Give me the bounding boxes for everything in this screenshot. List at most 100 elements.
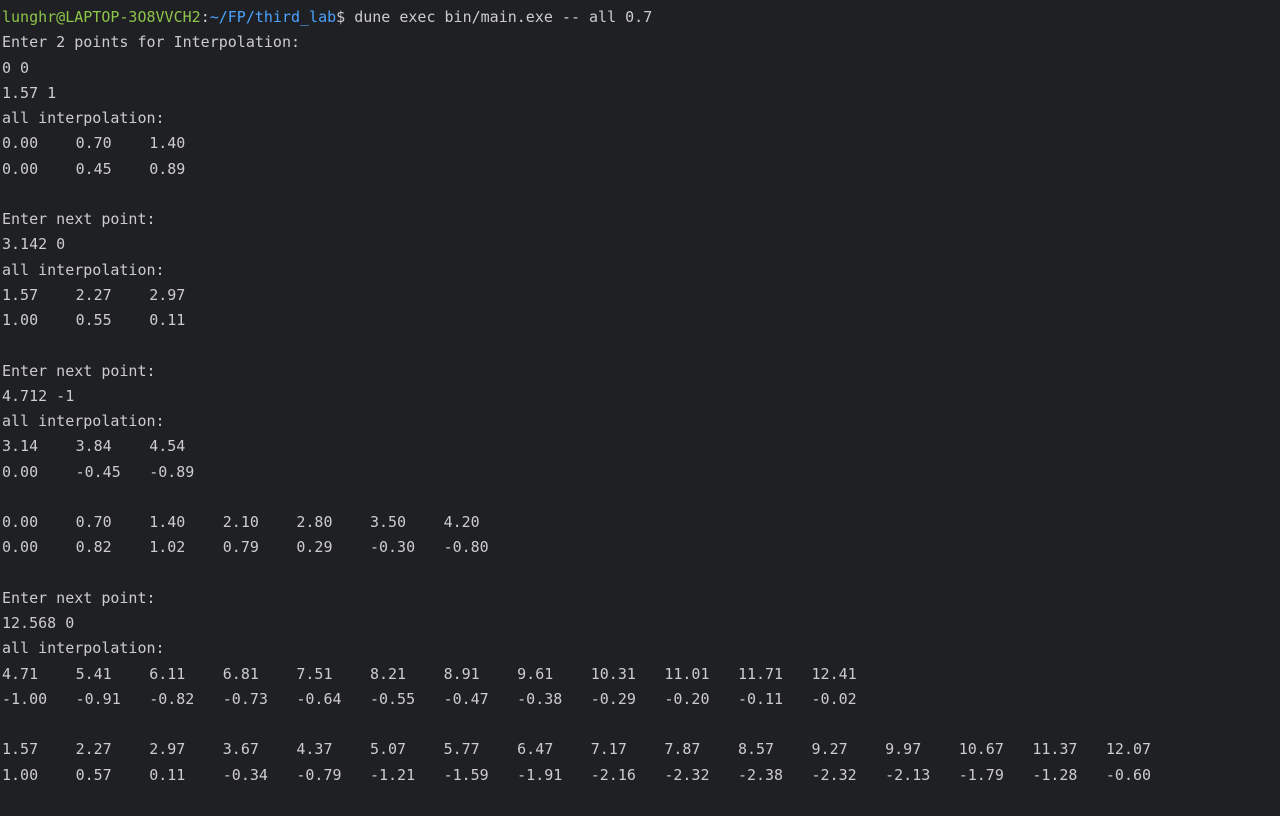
output-line: 0 0 xyxy=(2,56,1280,81)
output-value: -2.13 xyxy=(885,765,931,784)
output-values-row: 0.00 0.82 1.02 0.79 0.29 -0.30 -0.80 xyxy=(2,535,1280,560)
output-values-row: 0.00 0.70 1.40 xyxy=(2,131,1280,156)
output-value: 0.29 xyxy=(296,538,333,557)
prompt-symbol: $ xyxy=(336,8,346,26)
output-value: -0.47 xyxy=(443,689,489,708)
output-text: all interpolation: xyxy=(2,412,165,430)
output-line: Enter next point: xyxy=(2,586,1280,611)
output-text: Enter next point: xyxy=(2,588,156,607)
output-text: 3.142 0 xyxy=(2,235,66,254)
output-value: 3.84 xyxy=(75,437,112,456)
output-value: -0.91 xyxy=(75,689,121,708)
output-text: Enter next point: xyxy=(2,361,156,380)
output-value: 4.54 xyxy=(149,437,186,456)
output-value: 2.97 xyxy=(149,740,186,759)
output-line: all interpolation: xyxy=(2,106,1280,131)
output-value: 12.07 xyxy=(1105,740,1152,759)
output-value: 1.02 xyxy=(149,538,186,557)
output-value: 0.45 xyxy=(75,159,112,178)
output-value: -1.28 xyxy=(1032,765,1078,784)
output-value: 7.87 xyxy=(664,740,701,759)
prompt-line: lunghr@LAPTOP-3O8VVCH2: ~/FP/third_lab $ d… xyxy=(2,5,1280,30)
output-text: Enter 2 points for Interpolation: xyxy=(2,33,301,52)
output-value: -0.02 xyxy=(811,689,857,708)
output-value: 9.97 xyxy=(885,740,922,759)
output-values-row: 1.00 0.55 0.11 xyxy=(2,308,1280,333)
output-line: Enter next point: xyxy=(2,359,1280,384)
output-value: -0.34 xyxy=(222,765,268,784)
output-values-row: 1.00 0.57 0.11 -0.34 -0.79 -1.21 -1.59 -1.91 -2.… xyxy=(2,763,1280,788)
output-value: -0.82 xyxy=(149,689,195,708)
output-value: 8.21 xyxy=(369,664,407,683)
output-line: all interpolation: xyxy=(2,258,1280,283)
output-text: 0 0 xyxy=(2,58,30,77)
output-values-row: 0.00 0.70 1.40 2.10 2.80 3.50 4.20 xyxy=(2,510,1280,535)
output-value: -1.00 xyxy=(2,689,48,708)
output-value: 0.70 xyxy=(75,513,112,531)
output-value: 4.37 xyxy=(296,740,333,759)
output-value: 0.82 xyxy=(75,538,112,557)
output-value: 0.00 xyxy=(2,134,39,153)
output-value: -0.38 xyxy=(517,689,563,708)
output-value: 9.61 xyxy=(517,664,554,683)
output-value: 10.31 xyxy=(590,664,636,683)
prompt-userhost: lunghr@LAPTOP-3O8VVCH2 xyxy=(2,8,201,26)
output-values-row: -1.00 -0.91 -0.82 -0.73 -0.64 -0.55 -0.47 -0.38… xyxy=(2,687,1280,712)
output-value: 1.57 xyxy=(2,740,39,759)
output-value: 2.27 xyxy=(75,740,112,759)
prompt-path: ~/FP/third_lab xyxy=(209,8,337,26)
output-value: -2.32 xyxy=(811,765,857,784)
output-value: 0.57 xyxy=(75,765,112,784)
output-value: -1.59 xyxy=(443,765,489,784)
output-values-row: 0.00 0.45 0.89 xyxy=(2,157,1280,182)
output-value: 4.71 xyxy=(2,664,39,683)
output-line: all interpolation: xyxy=(2,409,1280,434)
output-line: all interpolation: xyxy=(2,636,1280,661)
output-value: -0.60 xyxy=(1105,765,1152,784)
output-value: 6.47 xyxy=(517,740,554,759)
output-value: -0.30 xyxy=(369,538,416,557)
terminal-window[interactable]: lunghr@LAPTOP-3O8VVCH2: ~/FP/third_lab $ d… xyxy=(0,0,1280,816)
output-value: -0.73 xyxy=(222,689,268,708)
output-value: 1.57 xyxy=(2,285,39,304)
output-value: 12.41 xyxy=(811,664,857,683)
output-values-row: 4.71 5.41 6.11 6.81 7.51 8.21 8.91 9.61 10.31 11.… xyxy=(2,662,1280,687)
prompt-command: dune exec bin/main.exe -- all 0.7 xyxy=(345,8,653,26)
prompt-colon: : xyxy=(200,8,210,26)
output-value: -0.55 xyxy=(369,689,416,708)
output-text: 4.712 -1 xyxy=(2,386,75,405)
output-line: 4.712 -1 xyxy=(2,384,1280,409)
output-text: Enter next point: xyxy=(2,210,156,228)
output-value: -2.38 xyxy=(737,765,784,784)
output-value: 8.91 xyxy=(443,664,480,683)
output-value: 2.97 xyxy=(149,285,186,304)
output-value: -0.20 xyxy=(664,689,710,708)
output-value: 7.17 xyxy=(590,740,627,759)
output-value: 11.71 xyxy=(737,664,784,683)
output-value: 1.00 xyxy=(2,765,39,784)
output-value: -2.16 xyxy=(590,765,636,784)
output-value: 4.20 xyxy=(443,513,480,531)
output-value: 2.10 xyxy=(222,513,259,531)
output-value: 2.80 xyxy=(296,513,333,531)
output-value: 3.67 xyxy=(222,740,259,759)
output-value: 5.07 xyxy=(369,740,407,759)
output-value: -0.45 xyxy=(75,462,121,481)
output-value: -1.91 xyxy=(517,765,563,784)
output-text: 1.57 1 xyxy=(2,83,57,102)
output-value: 0.00 xyxy=(2,513,39,531)
output-value: 7.51 xyxy=(296,664,333,683)
output-value: -0.89 xyxy=(149,462,195,481)
output-line: Enter next point: xyxy=(2,207,1280,232)
output-line: Enter 2 points for Interpolation: xyxy=(2,30,1280,55)
output-values-row: 0.00 -0.45 -0.89 xyxy=(2,460,1280,485)
output-value: 0.55 xyxy=(75,311,112,329)
output-value: -0.79 xyxy=(296,765,342,784)
output-text: 12.568 0 xyxy=(2,614,75,632)
output-value: 0.00 xyxy=(2,538,39,557)
output-text: all interpolation: xyxy=(2,260,165,279)
